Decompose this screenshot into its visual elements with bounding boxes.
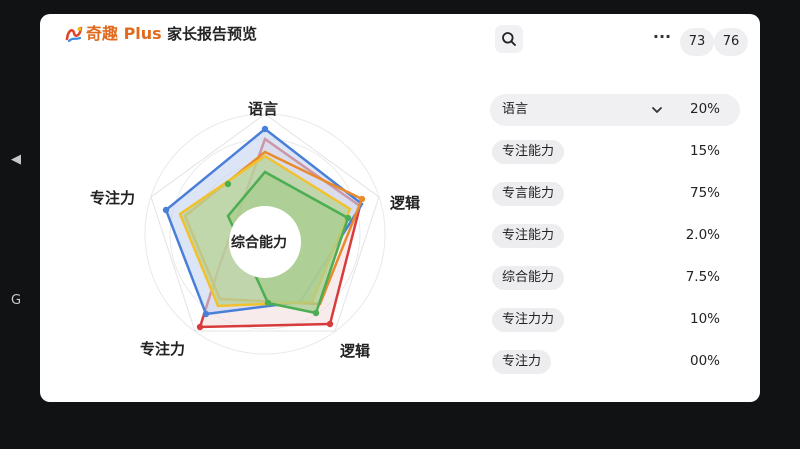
data-point	[261, 125, 269, 133]
list-item-value: 20%	[689, 101, 720, 117]
page-title: 家长报告预览	[167, 25, 258, 43]
list-item[interactable]: 专注力力 10%	[490, 304, 740, 336]
axis-label-top: 语言	[248, 100, 279, 118]
search-icon	[502, 32, 516, 46]
data-point	[202, 310, 210, 318]
data-point	[312, 309, 320, 317]
score-button-b[interactable]: 76	[714, 28, 748, 56]
refresh-icon[interactable]: G	[11, 293, 21, 308]
data-point	[224, 180, 232, 188]
data-point	[196, 323, 204, 331]
list-item-value: 15%	[689, 143, 720, 159]
list-item-label: 专注力	[492, 350, 552, 374]
list-item[interactable]: 语言 20%	[490, 94, 740, 126]
search-button[interactable]	[495, 25, 523, 53]
header: 奇趣 Plus 家长报告预览 ··· 73 76	[40, 14, 760, 58]
back-arrow-icon[interactable]: ◀	[11, 152, 21, 167]
more-menu-button[interactable]: ···	[650, 28, 674, 50]
data-point	[344, 214, 352, 222]
radar-chart: 语言 逻辑 逻辑 专注力 专注力 综合能力	[80, 74, 460, 394]
list-item[interactable]: 专注能力 15%	[490, 136, 740, 168]
axis-label-bottom-right: 逻辑	[340, 342, 371, 360]
list-item-label: 专注力力	[492, 308, 565, 332]
list-item[interactable]: 专言能力 75%	[490, 178, 740, 210]
list-item-label: 专言能力	[492, 182, 565, 206]
axis-label-left: 专注力	[90, 189, 136, 207]
list-item-value: 10%	[689, 311, 720, 327]
data-point	[162, 206, 170, 214]
list-item[interactable]: 综合能力 7.5%	[490, 262, 740, 294]
brand-name: 奇趣 Plus	[86, 24, 162, 43]
score-button-a[interactable]: 73	[680, 28, 714, 56]
app-logo-icon	[65, 26, 83, 43]
report-card: 奇趣 Plus 家长报告预览 ··· 73 76 语言 逻辑 逻辑 专注力 专注…	[40, 14, 760, 402]
data-point	[358, 195, 366, 203]
list-item-value: 00%	[689, 353, 720, 369]
data-point	[326, 320, 334, 328]
list-item-label: 专注能力	[492, 224, 565, 248]
list-item-value: 7.5%	[685, 269, 720, 285]
axis-label-bottom-left: 专注力	[140, 340, 186, 358]
list-item-label: 专注能力	[492, 140, 565, 164]
list-item-value: 2.0%	[685, 227, 720, 243]
list-item[interactable]: 专注力 00%	[490, 346, 740, 378]
list-item-label: 语言	[502, 102, 529, 117]
chevron-down-icon[interactable]	[650, 103, 664, 117]
list-item-value: 75%	[689, 185, 720, 201]
list-item-label: 综合能力	[492, 266, 565, 290]
axis-label-right: 逻辑	[390, 194, 421, 212]
data-point	[264, 299, 272, 307]
list-item[interactable]: 专注能力 2.0%	[490, 220, 740, 252]
center-label: 综合能力	[231, 235, 287, 251]
